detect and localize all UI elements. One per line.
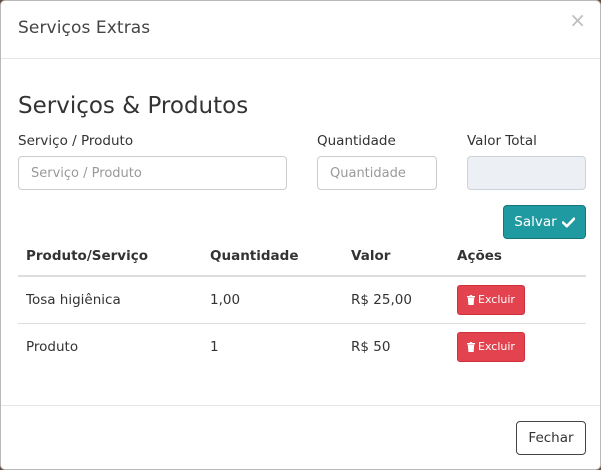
trash-icon bbox=[467, 341, 475, 352]
column-header-product: Produto/Serviço bbox=[18, 237, 202, 277]
close-icon[interactable]: × bbox=[569, 10, 586, 30]
close-button[interactable]: Fechar bbox=[516, 421, 586, 455]
cell-value: R$ 25,00 bbox=[343, 276, 449, 324]
modal-footer: Fechar bbox=[1, 405, 600, 469]
modal-title: Serviços Extras bbox=[18, 18, 151, 38]
cell-actions: Excluir bbox=[449, 323, 586, 370]
total-label: Valor Total bbox=[467, 133, 537, 149]
quantity-input[interactable] bbox=[317, 156, 437, 190]
cell-quantity: 1,00 bbox=[202, 276, 343, 324]
save-button[interactable]: Salvar bbox=[503, 205, 586, 239]
service-label: Serviço / Produto bbox=[18, 133, 134, 149]
delete-button[interactable]: Excluir bbox=[457, 331, 525, 362]
modal-header: Serviços Extras × bbox=[1, 1, 600, 59]
cell-product: Produto bbox=[26, 338, 79, 355]
services-table: Produto/Serviço Quantidade Valor Ações T… bbox=[18, 237, 586, 370]
cell-value: R$ 50 bbox=[351, 338, 391, 355]
table-row: Tosa higiênica 1,00 R$ 25,00 Excluir bbox=[18, 276, 586, 324]
service-input[interactable] bbox=[18, 156, 287, 190]
delete-button-label: Excluir bbox=[478, 293, 515, 307]
quantity-label: Quantidade bbox=[317, 133, 396, 149]
extra-services-modal: Serviços Extras × Serviços & Produtos Se… bbox=[0, 0, 601, 470]
table-row: Produto 1 R$ 50 Excluir bbox=[18, 323, 586, 370]
cell-quantity: 1 bbox=[210, 338, 219, 355]
trash-icon bbox=[467, 294, 475, 305]
save-button-label: Salvar bbox=[514, 214, 557, 230]
column-header-actions: Ações bbox=[449, 237, 586, 277]
delete-button-label: Excluir bbox=[478, 340, 515, 354]
section-title: Serviços & Produtos bbox=[18, 93, 249, 119]
check-icon bbox=[561, 217, 575, 227]
total-value-field bbox=[467, 156, 586, 190]
cell-actions: Excluir bbox=[449, 276, 586, 324]
cell-product: Tosa higiênica bbox=[18, 276, 202, 324]
delete-button[interactable]: Excluir bbox=[457, 284, 525, 315]
column-header-value: Valor bbox=[343, 237, 449, 277]
table-header-row: Produto/Serviço Quantidade Valor Ações bbox=[18, 237, 586, 277]
column-header-quantity: Quantidade bbox=[202, 237, 343, 277]
